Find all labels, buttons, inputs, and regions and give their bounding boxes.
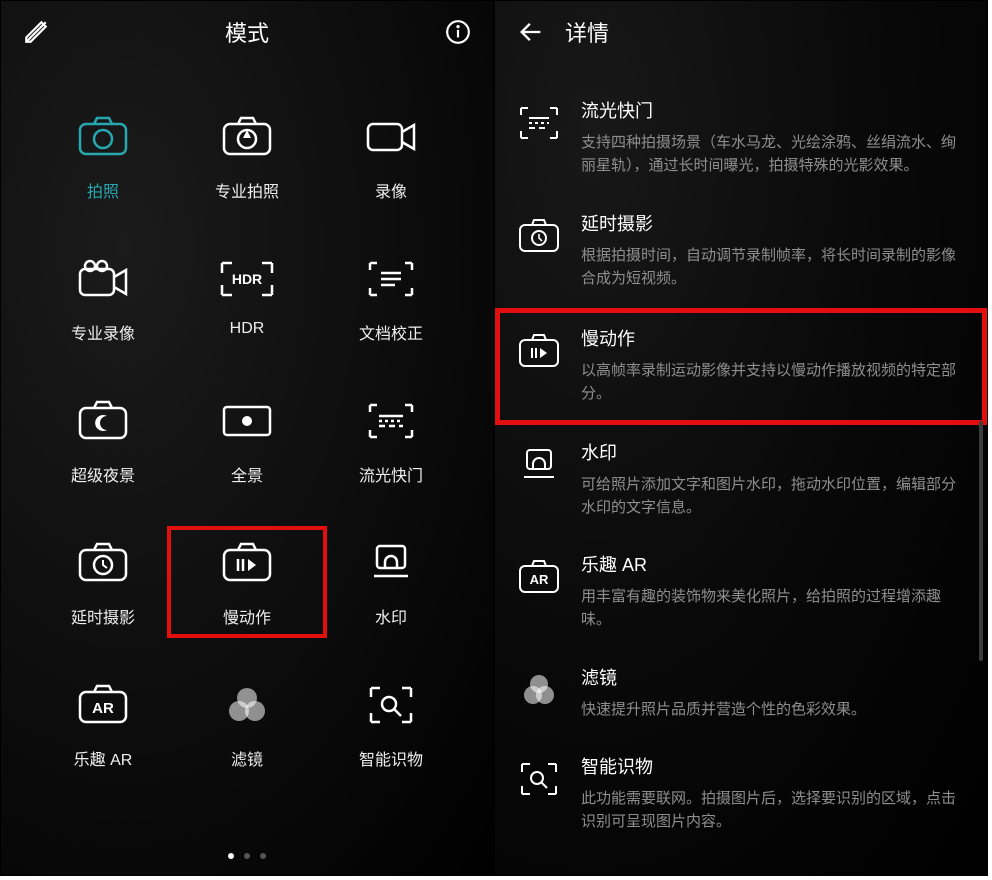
detail-title: 延时摄影 <box>581 210 965 236</box>
scan-icon <box>517 757 561 801</box>
modes-title: 模式 <box>225 21 269 46</box>
filter-icon <box>517 668 561 712</box>
detail-desc: 用丰富有趣的装饰物来美化照片，给拍照的过程增添趣味。 <box>581 585 965 632</box>
detail-title: 乐趣 AR <box>581 551 965 577</box>
mode-label: 延时摄影 <box>71 604 135 628</box>
scrollbar[interactable] <box>979 421 983 661</box>
modes-screen: 模式 拍照 专业拍照 录像 专 <box>0 0 494 876</box>
mode-label: 专业录像 <box>71 320 135 344</box>
mode-pro-photo[interactable]: 专业拍照 <box>175 108 319 202</box>
svg-text:HDR: HDR <box>232 271 262 287</box>
svg-text:AR: AR <box>92 700 114 717</box>
detail-desc: 支持四种拍摄场景（车水马龙、光绘涂鸦、丝绢流水、绚丽星轨），通过长时间曝光，拍摄… <box>581 131 965 178</box>
mode-label: 文档校正 <box>359 320 423 344</box>
pro-video-icon <box>67 250 139 308</box>
detail-title: 流光快门 <box>581 97 965 123</box>
mode-video[interactable]: 录像 <box>319 108 463 202</box>
mode-label: 拍照 <box>87 178 119 202</box>
mode-label: 全景 <box>231 462 263 486</box>
mode-timelapse[interactable]: 延时摄影 <box>31 534 175 628</box>
mode-label: HDR <box>230 320 265 338</box>
camera-icon <box>67 108 139 166</box>
detail-title: 智能识物 <box>581 753 965 779</box>
detail-desc: 根据拍摄时间，自动调节录制帧率，将长时间录制的影像合成为短视频。 <box>581 244 965 291</box>
mode-label: 智能识物 <box>359 746 423 770</box>
mode-label: 乐趣 AR <box>74 746 133 770</box>
ar-icon: AR <box>517 555 561 599</box>
detail-desc: 以高帧率录制运动影像并支持以慢动作播放视频的特定部分。 <box>581 359 965 406</box>
mode-light-painting[interactable]: 流光快门 <box>319 392 463 486</box>
details-title: 详情 <box>565 16 609 48</box>
svg-text:AR: AR <box>530 572 549 587</box>
document-icon <box>355 250 427 308</box>
dot-3[interactable] <box>260 853 266 859</box>
scan-icon <box>355 676 427 734</box>
info-icon[interactable] <box>445 19 471 45</box>
slowmo-icon <box>211 534 283 592</box>
mode-label: 录像 <box>375 178 407 202</box>
slowmo-icon <box>517 329 561 373</box>
details-header: 详情 <box>495 1 987 63</box>
mode-document[interactable]: 文档校正 <box>319 250 463 344</box>
mode-ar[interactable]: AR 乐趣 AR <box>31 676 175 770</box>
detail-timelapse[interactable]: 延时摄影 根据拍摄时间，自动调节录制帧率，将长时间录制的影像合成为短视频。 <box>495 196 987 309</box>
detail-smart-scan[interactable]: 智能识物 此功能需要联网。拍摄图片后，选择要识别的区域，点击识别可呈现图片内容。 <box>495 739 987 852</box>
watermark-icon <box>355 534 427 592</box>
back-icon[interactable] <box>517 18 545 46</box>
mode-smart-scan[interactable]: 智能识物 <box>319 676 463 770</box>
mode-watermark[interactable]: 水印 <box>319 534 463 628</box>
mode-label: 超级夜景 <box>71 462 135 486</box>
detail-filter[interactable]: 滤镜 快速提升照片品质并营造个性的色彩效果。 <box>495 650 987 739</box>
detail-desc: 此功能需要联网。拍摄图片后，选择要识别的区域，点击识别可呈现图片内容。 <box>581 787 965 834</box>
mode-label: 水印 <box>375 604 407 628</box>
pro-camera-icon <box>211 108 283 166</box>
light-painting-icon <box>355 392 427 450</box>
details-screen: 详情 流光快门 支持四种拍摄场景（车水马龙、光绘涂鸦、丝绢流水、绚丽星轨），通过… <box>494 0 988 876</box>
detail-list: 流光快门 支持四种拍摄场景（车水马龙、光绘涂鸦、丝绢流水、绚丽星轨），通过长时间… <box>495 63 987 851</box>
mode-photo[interactable]: 拍照 <box>31 108 175 202</box>
filter-icon <box>211 676 283 734</box>
detail-desc: 可给照片添加文字和图片水印，拖动水印位置，编辑部分水印的文字信息。 <box>581 473 965 520</box>
mode-label: 慢动作 <box>223 604 271 628</box>
mode-hdr[interactable]: HDR HDR <box>175 250 319 344</box>
detail-slowmo[interactable]: 慢动作 以高帧率录制运动影像并支持以慢动作播放视频的特定部分。 <box>495 308 987 425</box>
dot-1[interactable] <box>228 853 234 859</box>
mode-label: 滤镜 <box>231 746 263 770</box>
edit-icon[interactable] <box>23 19 49 45</box>
timelapse-icon <box>517 214 561 258</box>
mode-label: 流光快门 <box>359 462 423 486</box>
dot-2[interactable] <box>244 853 250 859</box>
modes-header: 模式 <box>1 1 493 63</box>
mode-pro-video[interactable]: 专业录像 <box>31 250 175 344</box>
ar-icon: AR <box>67 676 139 734</box>
light-painting-icon <box>517 101 561 145</box>
mode-panorama[interactable]: 全景 <box>175 392 319 486</box>
timelapse-icon <box>67 534 139 592</box>
detail-desc: 快速提升照片品质并营造个性的色彩效果。 <box>581 698 965 721</box>
detail-title: 水印 <box>581 439 965 465</box>
watermark-icon <box>517 443 561 487</box>
detail-light-painting[interactable]: 流光快门 支持四种拍摄场景（车水马龙、光绘涂鸦、丝绢流水、绚丽星轨），通过长时间… <box>495 83 987 196</box>
detail-title: 慢动作 <box>581 325 965 351</box>
detail-ar[interactable]: AR 乐趣 AR 用丰富有趣的装饰物来美化照片，给拍照的过程增添趣味。 <box>495 537 987 650</box>
page-dots <box>1 853 493 859</box>
mode-filter[interactable]: 滤镜 <box>175 676 319 770</box>
modes-grid: 拍照 专业拍照 录像 专业录像 HDR HDR <box>1 63 493 770</box>
night-icon <box>67 392 139 450</box>
mode-night[interactable]: 超级夜景 <box>31 392 175 486</box>
panorama-icon <box>211 392 283 450</box>
video-icon <box>355 108 427 166</box>
detail-watermark[interactable]: 水印 可给照片添加文字和图片水印，拖动水印位置，编辑部分水印的文字信息。 <box>495 425 987 538</box>
detail-title: 滤镜 <box>581 664 965 690</box>
mode-label: 专业拍照 <box>215 178 279 202</box>
hdr-icon: HDR <box>211 250 283 308</box>
mode-slowmo[interactable]: 慢动作 <box>167 526 327 638</box>
